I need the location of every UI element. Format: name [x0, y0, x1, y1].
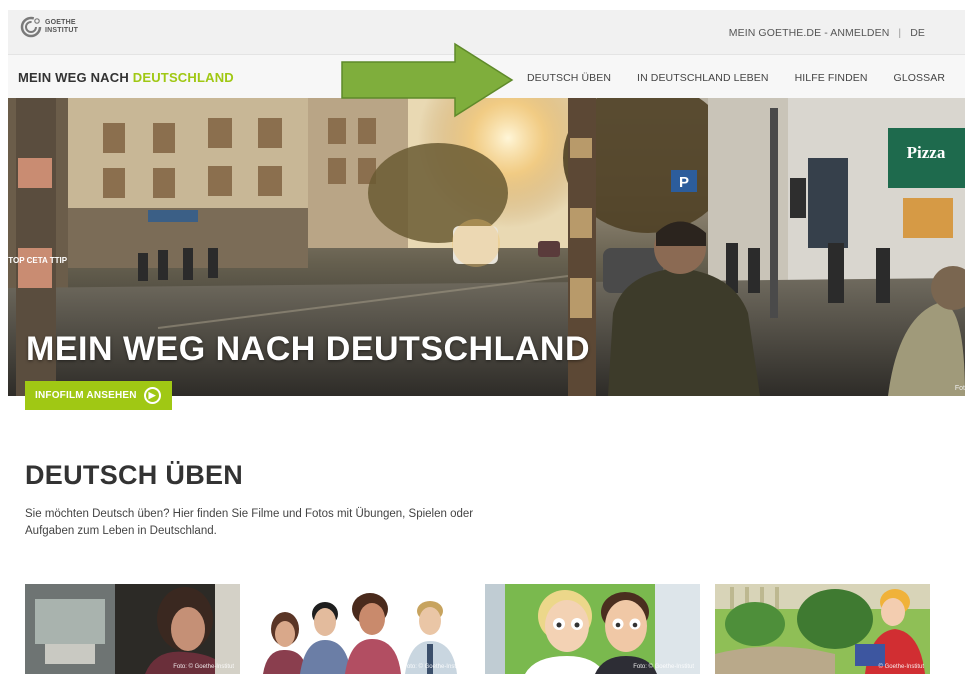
- card-list: Foto: © Goethe-Institut Foto: © Goethe-I…: [25, 584, 930, 674]
- site-brand[interactable]: MEIN WEG NACH DEUTSCHLAND: [18, 70, 234, 85]
- language-switch[interactable]: DE: [910, 27, 925, 39]
- nav-item-in-deutschland-leben[interactable]: IN DEUTSCHLAND LEBEN: [637, 72, 769, 84]
- card-image-2: [255, 584, 470, 674]
- pizza-sign: Pizza: [907, 143, 946, 162]
- hero-title: MEIN WEG NACH DEUTSCHLAND: [26, 330, 591, 368]
- play-icon: ▶: [143, 387, 161, 404]
- infofilm-button[interactable]: INFOFILM ANSEHEN ▶: [25, 381, 172, 410]
- card-credit-1: Foto: © Goethe-Institut: [173, 664, 234, 670]
- card-credit-4: © Goethe-Institut: [878, 664, 924, 670]
- hero-photo-credit: Fot: [954, 385, 965, 392]
- logo-line-1: GOETHE: [45, 19, 76, 26]
- nav-item-glossar[interactable]: GLOSSAR: [894, 72, 945, 84]
- logo-line-2: INSTITUT: [45, 27, 79, 34]
- card-credit-3: Foto: © Goethe-Institut: [633, 664, 694, 670]
- infofilm-label: INFOFILM ANSEHEN: [35, 390, 137, 401]
- hero-banner: P Pizza STOP CETA TTIP MEIN WEG NACH DEU…: [8, 98, 965, 396]
- goethe-logo[interactable]: GOETHE INSTITUT: [20, 16, 78, 38]
- section-intro: Sie möchten Deutsch üben? Hier finden Si…: [25, 508, 474, 537]
- card-credit-2: Foto: © Goethe-Institut: [403, 664, 464, 670]
- card-image-3: [485, 584, 700, 674]
- brand-part-2: DEUTSCHLAND: [132, 70, 234, 85]
- login-link[interactable]: MEIN GOETHE.DE - ANMELDEN: [729, 27, 890, 39]
- main-nav: DEUTSCH ÜBEN IN DEUTSCHLAND LEBEN HILFE …: [527, 72, 945, 84]
- parking-sign: P: [679, 174, 689, 191]
- arrow-icon: [341, 42, 514, 118]
- divider: |: [898, 27, 902, 39]
- card-illustrated-people[interactable]: Foto: © Goethe-Institut: [255, 584, 470, 674]
- goethe-logo-icon: [20, 16, 42, 38]
- card-bus-woman[interactable]: Foto: © Goethe-Institut: [25, 584, 240, 674]
- card-image-1: [25, 584, 240, 674]
- card-image-4: [715, 584, 930, 674]
- brand-part-1: MEIN WEG NACH: [18, 70, 133, 85]
- card-reading-man[interactable]: © Goethe-Institut: [715, 584, 930, 674]
- card-wedding-couple[interactable]: Foto: © Goethe-Institut: [485, 584, 700, 674]
- nav-item-deutsch-ueben[interactable]: DEUTSCH ÜBEN: [527, 72, 611, 84]
- sticker-sign: STOP CETA TTIP: [8, 256, 68, 265]
- section-title: DEUTSCH ÜBEN: [25, 460, 244, 490]
- nav-item-hilfe-finden[interactable]: HILFE FINDEN: [795, 72, 868, 84]
